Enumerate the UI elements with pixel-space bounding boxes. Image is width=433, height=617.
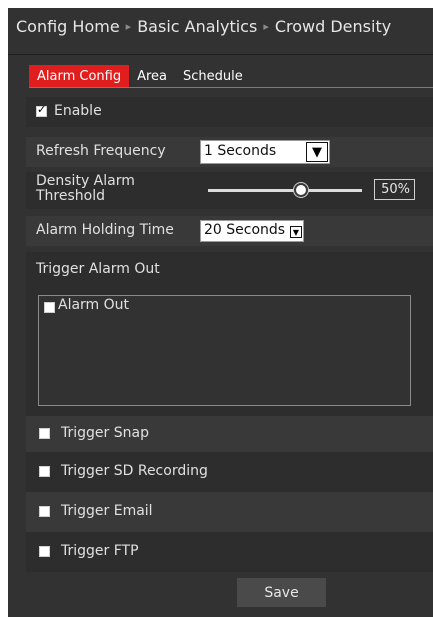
trigger-snap-row: Trigger Snap bbox=[26, 416, 433, 452]
trigger-sd-recording-row: Trigger SD Recording bbox=[26, 452, 433, 492]
trigger-snap-checkbox[interactable] bbox=[39, 428, 50, 439]
tab-alarm-config[interactable]: Alarm Config bbox=[29, 65, 130, 88]
trigger-ftp-checkbox[interactable] bbox=[39, 546, 50, 557]
tab-divider bbox=[29, 87, 433, 88]
trigger-email-label: Trigger Email bbox=[61, 503, 153, 519]
breadcrumb-item-basic-analytics[interactable]: Basic Analytics bbox=[137, 17, 257, 36]
tab-schedule[interactable]: Schedule bbox=[175, 65, 251, 88]
chevron-down-icon[interactable]: ▼ bbox=[290, 226, 302, 238]
trigger-alarm-out-label: Trigger Alarm Out bbox=[36, 261, 160, 277]
alarm-holding-value: 20 Seconds bbox=[204, 222, 286, 238]
trigger-ftp-row: Trigger FTP bbox=[26, 532, 433, 572]
trigger-snap-label: Trigger Snap bbox=[61, 425, 149, 441]
refresh-frequency-label: Refresh Frequency bbox=[36, 143, 166, 159]
alarm-out-list: Alarm Out bbox=[38, 295, 411, 406]
trigger-sd-recording-label: Trigger SD Recording bbox=[61, 463, 208, 479]
density-threshold-label: Density Alarm Threshold bbox=[36, 173, 135, 204]
refresh-frequency-value: 1 Seconds bbox=[204, 143, 277, 159]
enable-checkbox[interactable] bbox=[36, 103, 47, 117]
alarm-holding-label: Alarm Holding Time bbox=[36, 222, 174, 238]
trigger-sd-recording-checkbox[interactable] bbox=[39, 466, 50, 477]
breadcrumb-divider bbox=[8, 54, 433, 55]
save-button[interactable]: Save bbox=[237, 578, 326, 607]
refresh-frequency-select[interactable]: 1 Seconds ▼ bbox=[200, 140, 330, 164]
breadcrumb-item-config-home[interactable]: Config Home bbox=[16, 17, 120, 36]
trigger-email-checkbox[interactable] bbox=[39, 506, 50, 517]
breadcrumb-separator-icon: ▸ bbox=[125, 20, 132, 33]
breadcrumb-item-crowd-density: Crowd Density bbox=[274, 17, 392, 36]
breadcrumb-separator-icon: ▸ bbox=[263, 20, 269, 33]
density-threshold-slider-track[interactable] bbox=[208, 189, 362, 192]
density-threshold-row: Density Alarm Threshold 50% bbox=[26, 172, 433, 209]
refresh-frequency-row: Refresh Frequency 1 Seconds ▼ bbox=[26, 137, 433, 167]
density-threshold-slider-handle[interactable] bbox=[294, 183, 308, 197]
chevron-down-icon[interactable]: ▼ bbox=[306, 142, 328, 162]
enable-row: Enable bbox=[26, 97, 433, 127]
enable-label: Enable bbox=[54, 103, 102, 119]
trigger-ftp-label: Trigger FTP bbox=[61, 543, 139, 559]
alarm-holding-row: Alarm Holding Time 20 Seconds ▼ bbox=[26, 216, 433, 246]
alarm-out-checkbox[interactable] bbox=[44, 302, 55, 313]
alarm-out-label: Alarm Out bbox=[58, 297, 130, 313]
alarm-holding-select[interactable]: 20 Seconds ▼ bbox=[200, 220, 304, 242]
tab-area[interactable]: Area bbox=[129, 65, 175, 88]
tab-bar: Alarm Config Area Schedule bbox=[29, 65, 251, 88]
trigger-email-row: Trigger Email bbox=[26, 492, 433, 532]
breadcrumb: Config Home ▸ Basic Analytics ▸ Crowd Densit… bbox=[16, 17, 391, 36]
settings-panel: Config Home ▸ Basic Analytics ▸ Crowd Densit… bbox=[8, 8, 433, 617]
density-threshold-value: 50% bbox=[374, 179, 415, 200]
